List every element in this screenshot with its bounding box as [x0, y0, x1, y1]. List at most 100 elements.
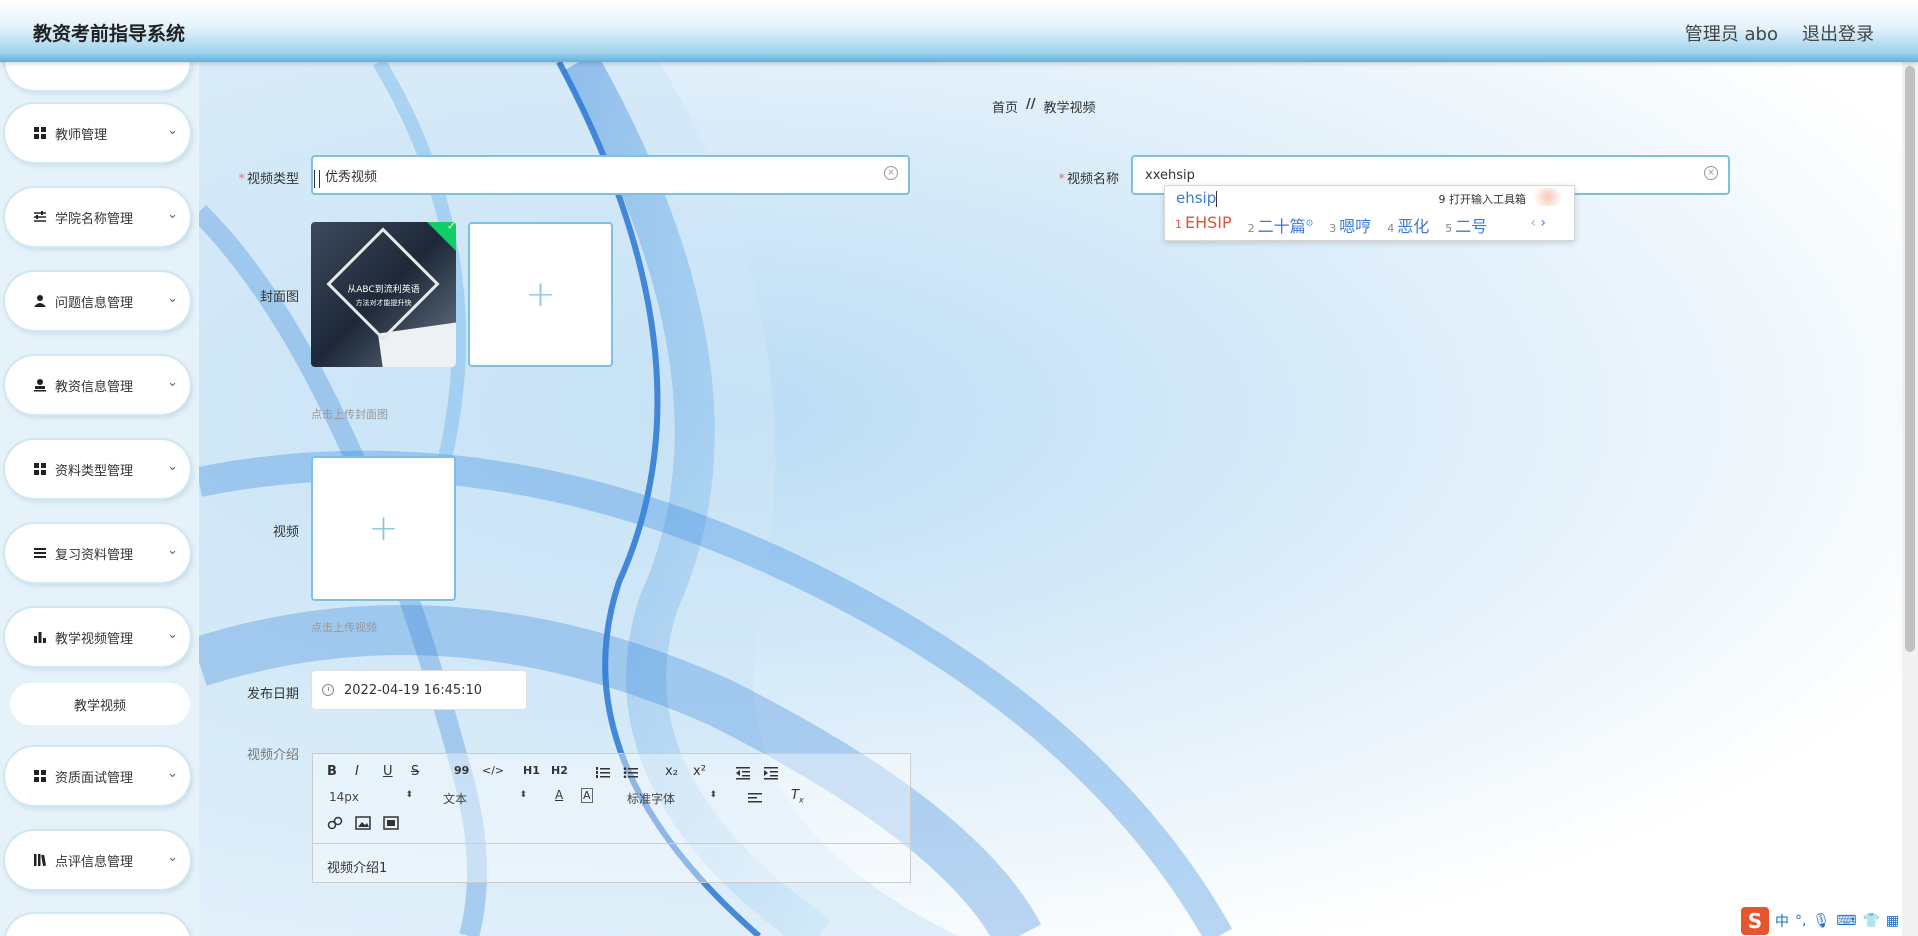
chevron-down-icon: ⌄: [167, 375, 178, 390]
ime-candidate[interactable]: 5 二号: [1445, 213, 1487, 237]
chevron-down-icon: ⌄: [167, 123, 178, 138]
chevron-down-icon: ⌄: [167, 766, 178, 781]
quote-button[interactable]: 99: [454, 764, 469, 777]
clock-icon: [322, 684, 334, 696]
publish-date-picker[interactable]: 2022-04-19 16:45:10: [311, 670, 527, 710]
subscript-button[interactable]: x₂: [665, 764, 678, 779]
ime-candidate[interactable]: 3 嗯哼: [1329, 213, 1371, 237]
video-name-label: * 视频名称: [1058, 172, 1119, 187]
logout-link[interactable]: 退出登录: [1802, 20, 1874, 46]
chevron-down-icon: ⌄: [167, 459, 178, 474]
image-icon[interactable]: [355, 816, 371, 830]
sidebar-item-teaching-video[interactable]: 教学视频管理 ⌄: [5, 608, 190, 666]
list-icon: [34, 548, 46, 558]
punctuation-icon[interactable]: °,: [1795, 913, 1806, 929]
breadcrumb-home[interactable]: 首页: [992, 97, 1018, 116]
skin-icon[interactable]: 👕: [1862, 913, 1879, 929]
indent-icon[interactable]: [763, 766, 779, 780]
rich-text-editor[interactable]: B I U S 99 </> H1 H2 x₂ x² 14px ⬍ 文本 ⬍ A A…: [312, 753, 911, 883]
microphone-icon[interactable]: 🎙: [1812, 913, 1830, 929]
superscript-button[interactable]: x²: [693, 764, 706, 779]
sidebar-item-material-type[interactable]: 资料类型管理 ⌄: [5, 440, 190, 498]
ordered-list-icon[interactable]: [595, 766, 611, 780]
link-icon[interactable]: [327, 816, 343, 830]
grid-icon: [34, 127, 46, 139]
outdent-icon[interactable]: [735, 766, 751, 780]
sidebar-item-question[interactable]: 问题信息管理 ⌄: [5, 272, 190, 330]
sidebar-item-interview[interactable]: 资质面试管理 ⌄: [5, 747, 190, 805]
bold-button[interactable]: B: [327, 764, 337, 779]
video-type-label: * 视频类型: [238, 172, 299, 187]
sidebar-item-qualification[interactable]: 教资信息管理 ⌄: [5, 356, 190, 414]
sogou-logo-icon[interactable]: S: [1741, 907, 1769, 935]
current-user[interactable]: 管理员 abo: [1685, 20, 1778, 46]
video-upload-button[interactable]: +: [311, 456, 456, 601]
ime-lang-toggle[interactable]: 中: [1775, 911, 1789, 931]
ime-skin-decoration: [1530, 188, 1566, 206]
italic-button[interactable]: I: [355, 764, 359, 779]
underline-button[interactable]: U: [383, 764, 393, 779]
align-icon[interactable]: [747, 792, 763, 804]
video-type-select[interactable]: 优秀视频 ×: [311, 155, 910, 195]
keyboard-icon[interactable]: ⌨: [1836, 913, 1856, 929]
sidebar-item-label: 教师管理: [55, 128, 108, 143]
video-upload-hint: 点击上传视频: [311, 621, 377, 634]
ime-candidate[interactable]: 4 恶化: [1387, 213, 1429, 237]
background-color-icon[interactable]: A: [581, 788, 593, 803]
top-header: 教资考前指导系统 管理员 abo 退出登录: [0, 0, 1918, 62]
ime-pager[interactable]: ‹ ›: [1530, 215, 1546, 231]
updown-icon: ⬍: [519, 790, 527, 800]
ime-candidate[interactable]: 1 EHSIP: [1175, 213, 1232, 237]
chevron-down-icon: ⌄: [167, 543, 178, 558]
code-button[interactable]: </>: [482, 764, 504, 777]
plus-icon: +: [368, 508, 399, 549]
sidebar-item-college[interactable]: 学院名称管理 ⌄: [5, 188, 190, 246]
sidebar-item-teacher[interactable]: 教师管理 ⌄: [5, 104, 190, 162]
prev-page-icon: ‹: [1530, 215, 1536, 231]
editor-content[interactable]: 视频介绍1: [327, 857, 387, 876]
page-scrollbar[interactable]: [1902, 62, 1918, 936]
clear-format-icon[interactable]: Tx: [791, 788, 804, 805]
ime-tray: S 中 °, 🎙 ⌨ 👕 ▦: [1741, 906, 1918, 936]
h1-button[interactable]: H1: [523, 764, 540, 777]
upload-success-badge: ✓: [425, 222, 456, 253]
clear-icon[interactable]: ×: [1704, 166, 1718, 180]
header-select[interactable]: 文本 ⬍: [443, 790, 527, 807]
toolbox-icon[interactable]: ▦: [1886, 913, 1899, 929]
ime-toolbox-link[interactable]: 9 打开输入工具箱: [1439, 191, 1527, 207]
user-icon: [34, 295, 46, 307]
font-size-select[interactable]: 14px ⬍: [329, 790, 413, 804]
chevron-down-icon: ⌄: [167, 207, 178, 222]
scrollbar-thumb[interactable]: [1905, 66, 1915, 652]
video-icon[interactable]: [383, 816, 399, 830]
sidebar-item-partial-bottom[interactable]: [5, 914, 190, 936]
cover-upload-button[interactable]: +: [468, 222, 613, 367]
sidebar-item-label: 资料类型管理: [55, 464, 134, 479]
sidebar-item-label: 教资信息管理: [55, 380, 134, 395]
breadcrumb-current: 教学视频: [1043, 101, 1096, 116]
thumbnail-text-line1: 从ABC到流利英语: [347, 285, 420, 295]
cover-upload-hint: 点击上传封面图: [311, 408, 388, 421]
plus-icon: +: [525, 274, 556, 315]
thumbnail-text-line2: 方法对才能提升快: [355, 299, 412, 307]
font-color-icon[interactable]: A: [555, 788, 563, 802]
ime-candidate-popup: ehsip 9 打开输入工具箱 1 EHSIP 2 二十篇⊙ 3 嗯哼 4 恶化 5 二号…: [1164, 185, 1575, 241]
cover-image-thumbnail[interactable]: 从ABC到流利英语 方法对才能提升快 ✓: [311, 222, 456, 367]
updown-icon: ⬍: [405, 790, 413, 800]
strike-button[interactable]: S: [411, 764, 419, 779]
breadcrumb-separator: //: [1026, 97, 1036, 112]
grid-icon: [34, 463, 46, 475]
bullet-list-icon[interactable]: [623, 766, 639, 780]
font-family-select[interactable]: 标准字体 ⬍: [627, 790, 717, 807]
clear-icon[interactable]: ×: [884, 166, 898, 180]
sidebar-item-review-material[interactable]: 复习资料管理 ⌄: [5, 524, 190, 582]
sidebar-item-label: 资质面试管理: [55, 771, 134, 786]
sidebar: 教师管理 ⌄ 学院名称管理 ⌄ 问题信息管理 ⌄ 教资信息管理 ⌄ 资料类型管理…: [0, 62, 198, 936]
next-page-icon: ›: [1540, 215, 1546, 231]
ime-candidate-list: 1 EHSIP 2 二十篇⊙ 3 嗯哼 4 恶化 5 二号: [1175, 213, 1487, 237]
sidebar-item-comment[interactable]: 点评信息管理 ⌄: [5, 831, 190, 889]
submenu-item-teaching-video[interactable]: 教学视频: [10, 683, 190, 725]
sidebar-item-partial[interactable]: [5, 62, 190, 90]
h2-button[interactable]: H2: [551, 764, 568, 777]
ime-candidate[interactable]: 2 二十篇⊙: [1248, 213, 1314, 237]
